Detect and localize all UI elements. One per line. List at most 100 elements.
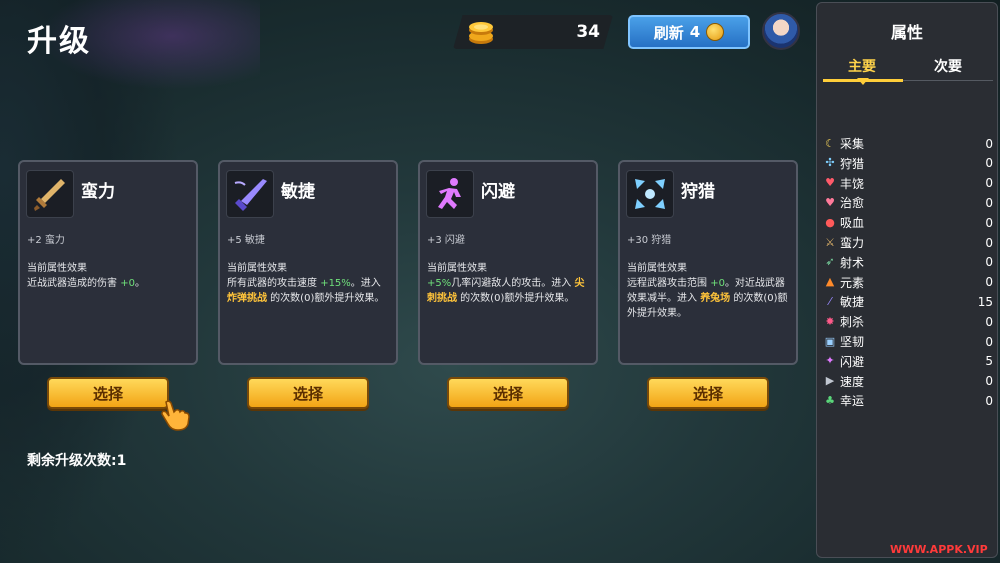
- remaining-upgrades: 剩余升级次数:1: [27, 453, 127, 469]
- page-title: 升级: [27, 24, 91, 59]
- desc-segment: 远程武器攻击范围: [627, 278, 711, 289]
- blood-drop-icon: ●: [825, 215, 835, 229]
- attribute-value: 0: [985, 136, 993, 151]
- card-description: 当前属性效果 近战武器造成的伤害 +0。: [27, 261, 193, 291]
- attribute-value: 0: [985, 215, 993, 230]
- desc-segment: 。: [134, 278, 145, 289]
- select-button[interactable]: 选择: [647, 377, 769, 409]
- attribute-row: ♥ 治愈 0: [823, 193, 993, 212]
- attribute-row: ➶ 射术 0: [823, 253, 993, 272]
- attribute-value: 0: [985, 334, 993, 349]
- desc-segment: +15%: [320, 278, 351, 289]
- attribute-label: 采集: [840, 137, 865, 151]
- blade-icon: [226, 170, 274, 218]
- attribute-row: ⁄ 敏捷 15: [823, 292, 993, 311]
- desc-segment: 所有武器的攻击速度: [227, 278, 321, 289]
- upgrade-card-agility: 敏捷 +5 敏捷 当前属性效果 所有武器的攻击速度 +15%。进入 炸弹挑战 的…: [218, 160, 398, 365]
- runner-icon: [426, 170, 474, 218]
- attribute-value: 0: [985, 314, 993, 329]
- attribute-value: 0: [985, 195, 993, 210]
- coin-icon: [706, 23, 725, 41]
- card-stat-bonus: +5 敏捷: [227, 235, 265, 246]
- card-description: 当前属性效果 远程武器攻击范围 +0。对近战武器效果减半。进入 养兔场 的次数(…: [627, 261, 793, 321]
- burst-icon: ✸: [825, 314, 835, 328]
- desc-segment: +0: [710, 278, 725, 289]
- attribute-value: 0: [985, 275, 993, 290]
- attribute-value: 5: [985, 354, 993, 369]
- attribute-row: ▲ 元素 0: [823, 273, 993, 292]
- watermark: WWW.APPK.VIP: [890, 543, 988, 556]
- panel-title: 属性: [890, 23, 923, 42]
- attribute-row: ⚔ 蛮力 0: [823, 233, 993, 252]
- card-stat-bonus: +3 闪避: [427, 235, 465, 246]
- desc-segment: 。进入: [350, 278, 381, 289]
- select-button[interactable]: 选择: [47, 377, 169, 409]
- effect-label: 当前属性效果: [427, 263, 487, 274]
- armor-icon: ▣: [824, 334, 836, 348]
- attribute-label: 敏捷: [840, 295, 865, 310]
- effect-text: 近战武器造成的伤害 +0。: [27, 276, 193, 291]
- attribute-label: 治愈: [840, 196, 865, 211]
- clover-icon: ♣: [825, 393, 835, 407]
- desc-segment: 的次数(0)额外提升效果。: [267, 293, 385, 304]
- upgrade-card-brawn: 蛮力 +2 蛮力 当前属性效果 近战武器造成的伤害 +0。: [18, 160, 198, 365]
- effect-label: 当前属性效果: [627, 263, 687, 274]
- attribute-row: ✣ 狩猎 0: [823, 154, 993, 173]
- flame-icon: ▲: [825, 275, 835, 289]
- heart-icon: ♥: [825, 176, 835, 190]
- crosshair-icon: [626, 170, 674, 218]
- attribute-row: ☾ 采集 0: [823, 134, 993, 153]
- crosshair-icon: ✣: [825, 156, 835, 170]
- card-title: 狩猎: [681, 182, 715, 202]
- card-title: 闪避: [481, 182, 515, 202]
- moon-icon: ☾: [825, 136, 835, 150]
- attribute-row: ✦ 闪避 5: [823, 352, 993, 371]
- attribute-label: 射术: [840, 255, 865, 270]
- upgrade-card-hunting: 狩猎 +30 狩猎 当前属性效果 远程武器攻击范围 +0。对近战武器效果减半。进…: [618, 160, 798, 365]
- attribute-value: 0: [985, 374, 993, 389]
- effect-text: 远程武器攻击范围 +0。对近战武器效果减半。进入 养兔场 的次数(0)额外提升效…: [627, 276, 793, 321]
- attribute-value: 15: [977, 294, 993, 309]
- attribute-label: 吸血: [840, 216, 865, 231]
- attribute-label: 元素: [840, 275, 865, 290]
- effect-text: 所有武器的攻击速度 +15%。进入 炸弹挑战 的次数(0)额外提升效果。: [227, 276, 393, 306]
- desc-segment: 的次数(0)额外提升效果。: [457, 293, 575, 304]
- attribute-label: 幸运: [840, 394, 865, 409]
- refresh-button[interactable]: 刷新 4: [628, 15, 750, 49]
- attribute-row: ▣ 坚韧 0: [823, 332, 993, 351]
- attribute-value: 0: [985, 176, 993, 191]
- sword-icon: ⚔: [825, 235, 835, 249]
- attribute-row: ● 吸血 0: [823, 213, 993, 232]
- sword-icon: [26, 170, 74, 218]
- desc-segment: +5%: [427, 278, 452, 289]
- attribute-label: 蛮力: [840, 236, 865, 250]
- attribute-label: 闪避: [840, 354, 865, 369]
- desc-segment: 养兔场: [700, 293, 731, 304]
- pointer-hand-icon: [161, 400, 190, 431]
- tab-main[interactable]: 主要: [848, 56, 876, 76]
- coin-count: 34: [576, 22, 600, 42]
- effect-label: 当前属性效果: [27, 263, 87, 274]
- avatar[interactable]: [762, 12, 800, 50]
- attribute-row: ▶ 速度 0: [823, 372, 993, 391]
- boot-icon: ▶: [825, 374, 835, 388]
- desc-segment: 炸弹挑战: [227, 293, 267, 304]
- tab-divider: [903, 80, 993, 81]
- attribute-value: 0: [985, 255, 993, 270]
- blade-icon: ⁄: [829, 294, 831, 308]
- tab-secondary[interactable]: 次要: [934, 56, 962, 76]
- attribute-label: 丰饶: [840, 176, 865, 191]
- coin-stack-icon: [469, 22, 493, 44]
- runner-icon: ✦: [825, 354, 835, 368]
- select-button[interactable]: 选择: [447, 377, 569, 409]
- attribute-label: 狩猎: [840, 156, 865, 171]
- effect-text: +5%几率闪避敌人的攻击。进入 尖刺挑战 的次数(0)额外提升效果。: [427, 276, 593, 306]
- card-title: 蛮力: [81, 182, 115, 202]
- card-description: 当前属性效果 所有武器的攻击速度 +15%。进入 炸弹挑战 的次数(0)额外提升…: [227, 261, 393, 306]
- heart-plus-icon: ♥: [825, 195, 835, 209]
- attribute-label: 刺杀: [840, 315, 865, 330]
- attribute-label: 坚韧: [840, 335, 865, 349]
- select-button[interactable]: 选择: [247, 377, 369, 409]
- upgrade-card-dodge: 闪避 +3 闪避 当前属性效果 +5%几率闪避敌人的攻击。进入 尖刺挑战 的次数…: [418, 160, 598, 365]
- attribute-row: ♥ 丰饶 0: [823, 174, 993, 193]
